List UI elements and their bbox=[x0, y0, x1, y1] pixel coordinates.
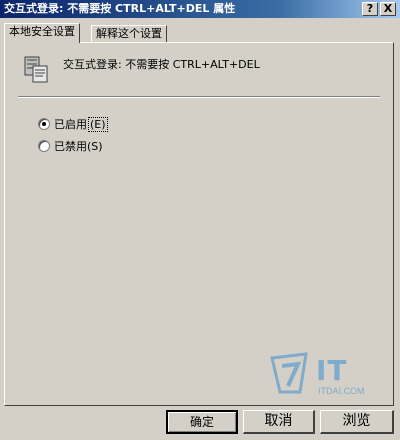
title-bar[interactable]: 交互式登录: 不需要按 CTRL+ALT+DEL 属性 bbox=[0, 0, 400, 18]
separator bbox=[18, 96, 380, 98]
radio-button-enabled[interactable] bbox=[38, 118, 50, 130]
ok-button[interactable]: 确定 bbox=[166, 410, 238, 434]
radio-disabled[interactable]: 已禁用 (S) bbox=[38, 138, 103, 154]
computer-policy-icon bbox=[24, 56, 48, 84]
radio-enabled-label: 已启用 bbox=[54, 118, 87, 131]
policy-title: 交互式登录: 不需要按 CTRL+ALT+DEL bbox=[63, 58, 260, 71]
watermark: IT ITDAI.COM bbox=[270, 352, 390, 400]
radio-disabled-label: 已禁用 bbox=[54, 140, 87, 153]
radio-disabled-accel: (S) bbox=[87, 139, 103, 153]
window-title: 交互式登录: 不需要按 CTRL+ALT+DEL 属性 bbox=[4, 2, 236, 15]
radio-button-disabled[interactable] bbox=[38, 140, 50, 152]
watermark-brand: IT bbox=[316, 354, 348, 387]
close-button[interactable]: X bbox=[380, 2, 396, 16]
cancel-button[interactable]: 取消 bbox=[243, 410, 315, 434]
watermark-url: ITDAI.COM bbox=[318, 386, 365, 396]
tab-local-security-setting[interactable]: 本地安全设置 bbox=[4, 23, 80, 43]
browse-button[interactable]: 浏览 bbox=[320, 410, 394, 434]
properties-dialog: 交互式登录: 不需要按 CTRL+ALT+DEL 属性 ? X 本地安全设置 解… bbox=[0, 0, 400, 440]
radio-enabled[interactable]: 已启用 (E) bbox=[38, 116, 108, 132]
radio-enabled-accel: (E) bbox=[88, 116, 108, 132]
help-button[interactable]: ? bbox=[362, 2, 378, 16]
watermark-logo-icon bbox=[270, 352, 308, 394]
tab-explain-setting[interactable]: 解释这个设置 bbox=[91, 25, 167, 42]
